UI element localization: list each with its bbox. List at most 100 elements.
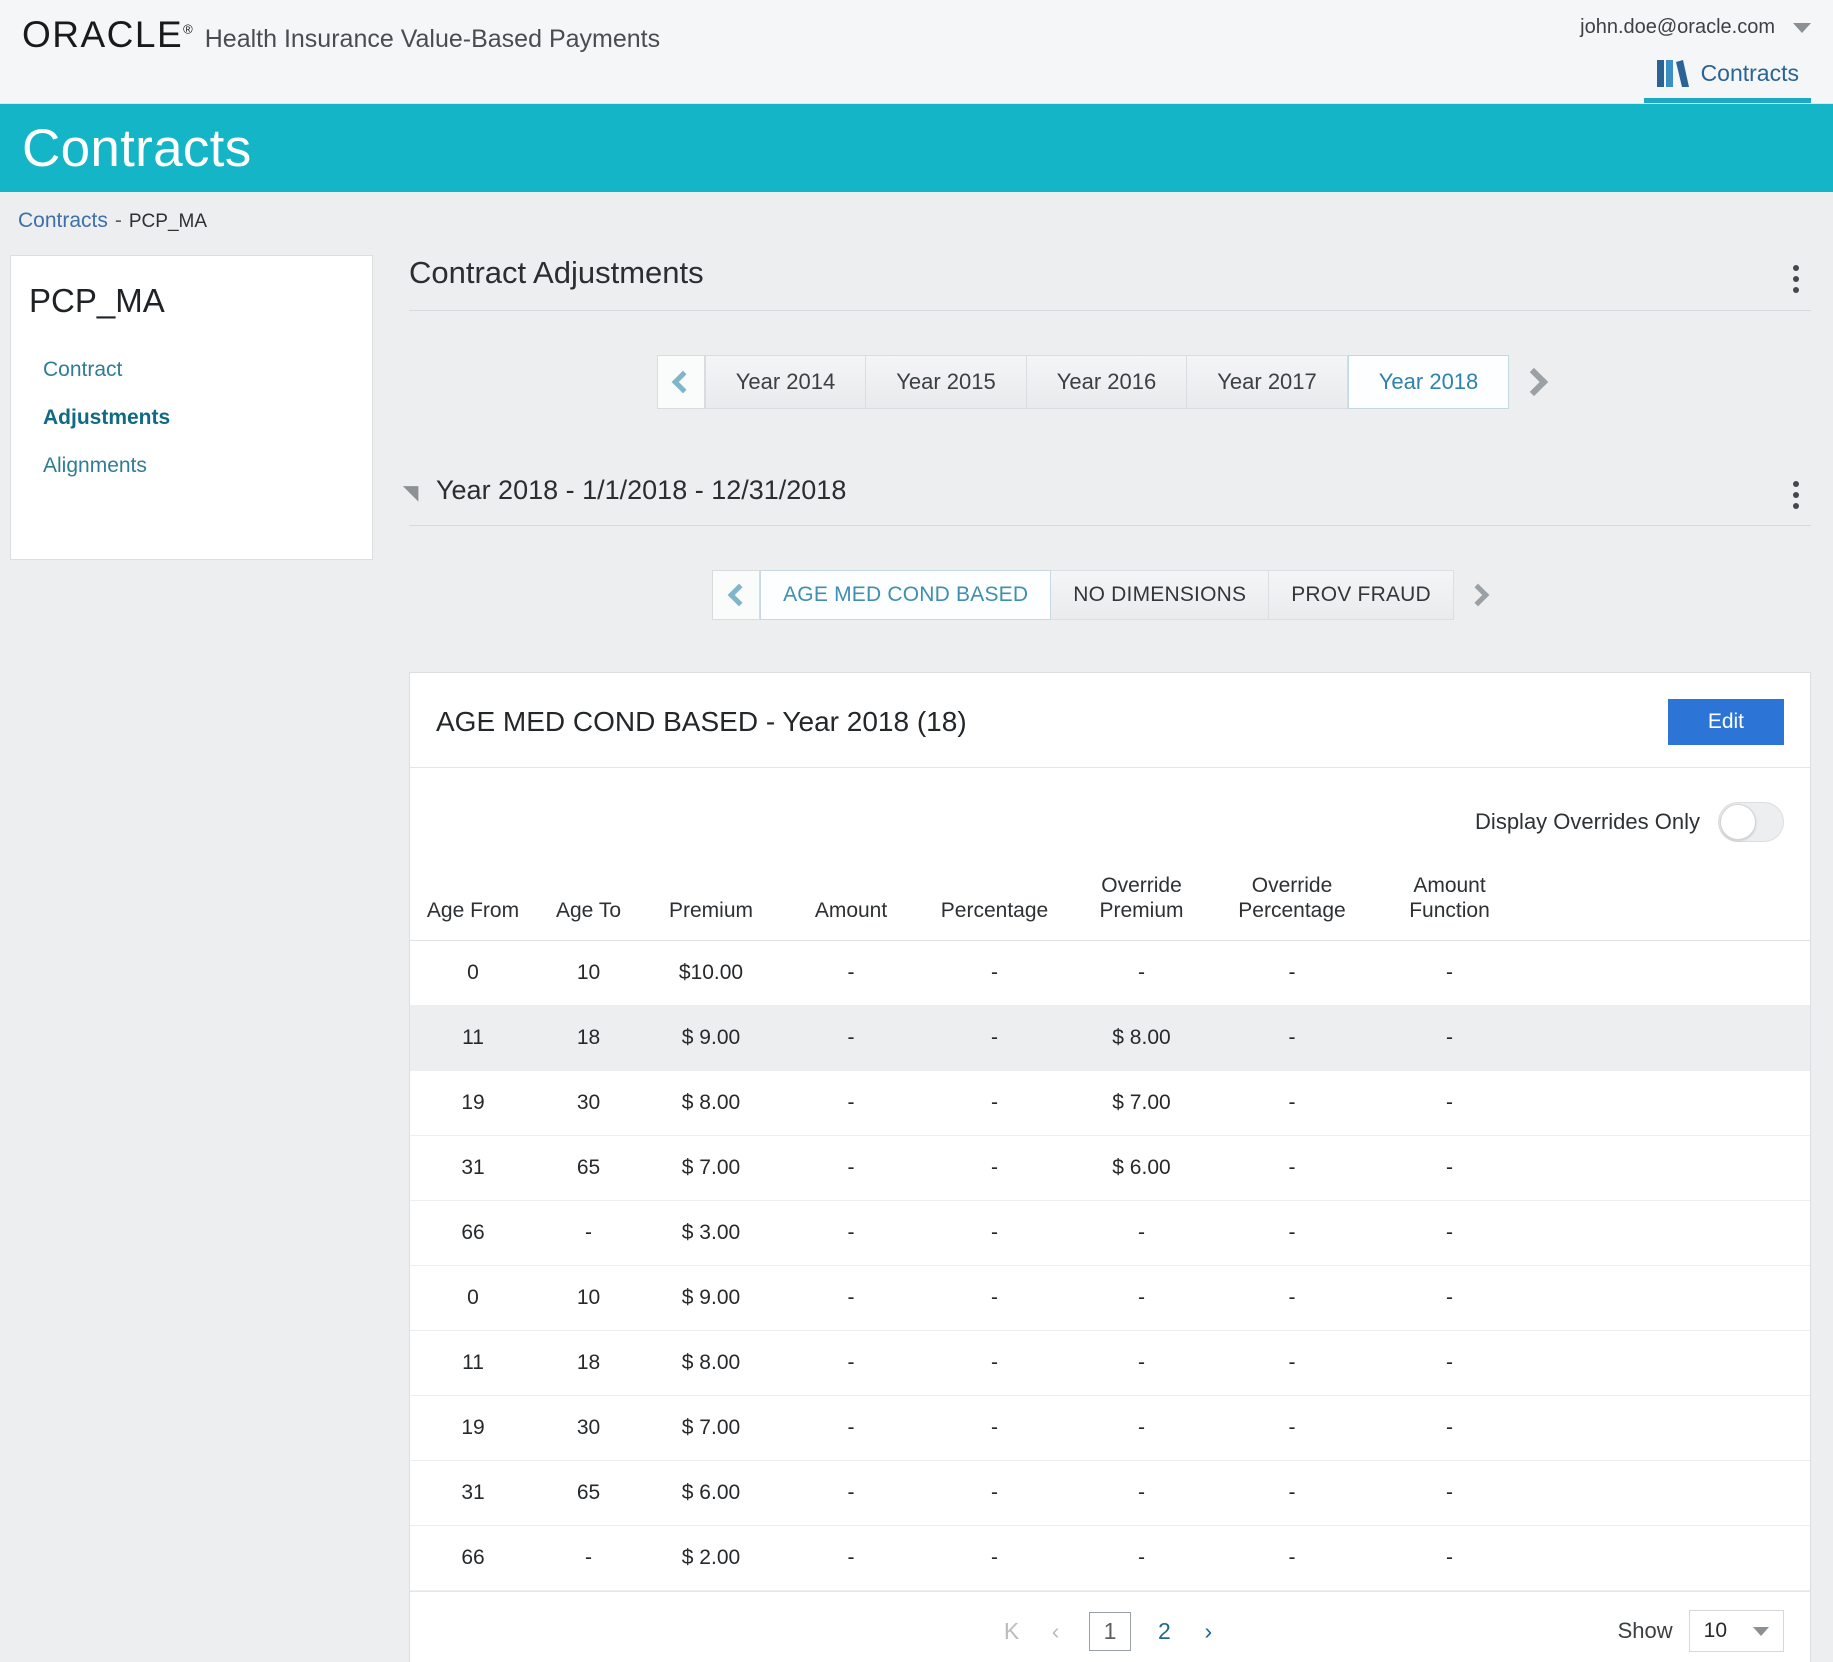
cell-spacer [1530,1330,1810,1396]
pagination-page-1[interactable]: 1 [1088,1611,1132,1651]
collapse-triangle-icon[interactable] [402,478,427,502]
year-section-header: Year 2018 - 1/1/2018 - 12/31/2018 [402,471,1811,526]
section-header: Contract Adjustments [409,255,1811,311]
dimension-tabstrip: AGE MED COND BASED NO DIMENSIONS PROV FR… [409,570,1811,620]
pagination-first-button[interactable]: K [1001,1618,1023,1645]
show-label: Show [1617,1618,1673,1644]
table-row[interactable]: 19 30 $ 8.00 - - $ 7.00 - - [410,1070,1810,1136]
cell-override-percentage: - [1215,1460,1369,1526]
cell-age-to: 65 [536,1135,641,1201]
cell-age-to: 10 [536,940,641,1006]
pagination-page-2[interactable]: 2 [1153,1618,1175,1645]
sidebar-item-label: Adjustments [43,406,171,429]
dimension-tab-label: NO DIMENSIONS [1073,583,1247,606]
year-section-title: Year 2018 - 1/1/2018 - 12/31/2018 [436,474,847,505]
adjustments-record-count: (18) [916,706,967,737]
year-tabs-prev-button[interactable] [656,355,705,409]
pagination-next-button[interactable]: › [1197,1618,1219,1645]
table-row[interactable]: 11 18 $ 8.00 - - - - - [410,1330,1810,1396]
chevron-down-icon [1753,1626,1769,1636]
chevron-left-icon [727,583,750,607]
table-row[interactable]: 66 - $ 2.00 - - - - - [410,1525,1810,1591]
cell-premium: $ 7.00 [641,1135,781,1201]
cell-amount-function: - [1369,1005,1530,1071]
section-overflow-menu-icon[interactable] [1781,255,1811,293]
cell-age-from: 31 [410,1135,536,1201]
dimension-tabs-next-button[interactable] [1454,570,1508,620]
chevron-down-icon[interactable] [1793,22,1811,33]
cell-amount: - [781,1330,921,1396]
cell-age-from: 11 [410,1005,536,1071]
cell-override-percentage: - [1215,1070,1369,1136]
nav-tab-contracts[interactable]: Contracts [1643,52,1811,103]
cell-amount-function: - [1369,1460,1530,1526]
cell-amount: - [781,1200,921,1266]
cell-premium: $ 2.00 [641,1525,781,1591]
year-tab-2018[interactable]: Year 2018 [1347,355,1510,409]
column-header-spacer [1530,852,1810,941]
cell-override-percentage: - [1215,1135,1369,1201]
dimension-tab-no-dimensions[interactable]: NO DIMENSIONS [1051,570,1270,620]
sidebar-item-label: Contract [43,358,123,381]
year-tab-2016[interactable]: Year 2016 [1026,355,1188,409]
cell-override-premium: $ 6.00 [1068,1135,1215,1201]
breadcrumb-current: PCP_MA [128,211,208,232]
cell-spacer [1530,1200,1810,1266]
cell-premium: $10.00 [641,940,781,1006]
cell-amount-function: - [1369,940,1530,1006]
cell-spacer [1530,1070,1810,1136]
column-header-age-to: Age To [536,852,641,941]
breadcrumb: Contracts - PCP_MA [0,192,1833,233]
cell-override-premium: - [1068,1525,1215,1591]
table-row[interactable]: 11 18 $ 9.00 - - $ 8.00 - - [410,1005,1810,1071]
year-tabs-next-button[interactable] [1509,355,1563,409]
dimension-tabs-prev-button[interactable] [712,570,761,620]
year-section-overflow-menu-icon[interactable] [1781,471,1811,509]
table-row[interactable]: 31 65 $ 7.00 - - $ 6.00 - - [410,1135,1810,1201]
cell-percentage: - [921,1135,1068,1201]
table-row[interactable]: 0 10 $10.00 - - - - - [410,940,1810,1006]
display-overrides-toggle[interactable] [1718,802,1784,842]
section-title: Contract Adjustments [409,255,704,290]
cell-override-premium: - [1068,1330,1215,1396]
breadcrumb-separator: - [114,209,122,232]
sidebar-item-contract[interactable]: Contract [11,346,372,394]
table-row[interactable]: 31 65 $ 6.00 - - - - - [410,1460,1810,1526]
cell-amount-function: - [1369,1070,1530,1136]
year-tab-label: Year 2016 [1056,369,1157,394]
sidebar-item-label: Alignments [43,454,147,477]
rows-per-page-select[interactable]: 10 [1688,1610,1784,1653]
year-tab-2014[interactable]: Year 2014 [704,355,867,409]
cell-premium: $ 6.00 [641,1460,781,1526]
edit-button[interactable]: Edit [1667,699,1784,745]
dimension-tab-prov-fraud[interactable]: PROV FRAUD [1269,570,1454,620]
pagination-prev-button[interactable]: ‹ [1045,1618,1067,1645]
cell-percentage: - [921,1460,1068,1526]
column-header-premium: Premium [641,852,781,941]
year-tabstrip: Year 2014 Year 2015 Year 2016 Year 2017 … [409,355,1811,409]
table-row[interactable]: 0 10 $ 9.00 - - - - - [410,1265,1810,1331]
cell-amount: - [781,1460,921,1526]
table-row[interactable]: 66 - $ 3.00 - - - - - [410,1200,1810,1266]
year-tab-2015[interactable]: Year 2015 [866,355,1027,409]
contract-sidebar: PCP_MA Contract Adjustments Alignments [10,255,373,560]
table-row[interactable]: 19 30 $ 7.00 - - - - - [410,1395,1810,1461]
year-tab-2017[interactable]: Year 2017 [1187,355,1348,409]
rows-per-page: Show 10 [1617,1610,1784,1653]
cell-amount: - [781,1525,921,1591]
user-email: john.doe@oracle.com [1580,16,1775,38]
cell-spacer [1530,1525,1810,1591]
cell-age-to: 65 [536,1460,641,1526]
cell-spacer [1530,1135,1810,1201]
adjustments-card-title-text: AGE MED COND BASED - Year 2018 [436,706,910,737]
cell-amount: - [781,1005,921,1071]
dimension-tab-age-med-cond-based[interactable]: AGE MED COND BASED [760,570,1052,620]
user-menu[interactable]: john.doe@oracle.com [1580,16,1811,39]
sidebar-item-adjustments[interactable]: Adjustments [11,394,372,442]
cell-amount: - [781,940,921,1006]
column-header-amount-function: Amount Function [1369,852,1530,941]
sidebar-item-alignments[interactable]: Alignments [11,442,372,490]
page-banner: Contracts [0,104,1833,192]
breadcrumb-link-contracts[interactable]: Contracts [18,209,108,233]
cell-premium: $ 9.00 [641,1265,781,1331]
